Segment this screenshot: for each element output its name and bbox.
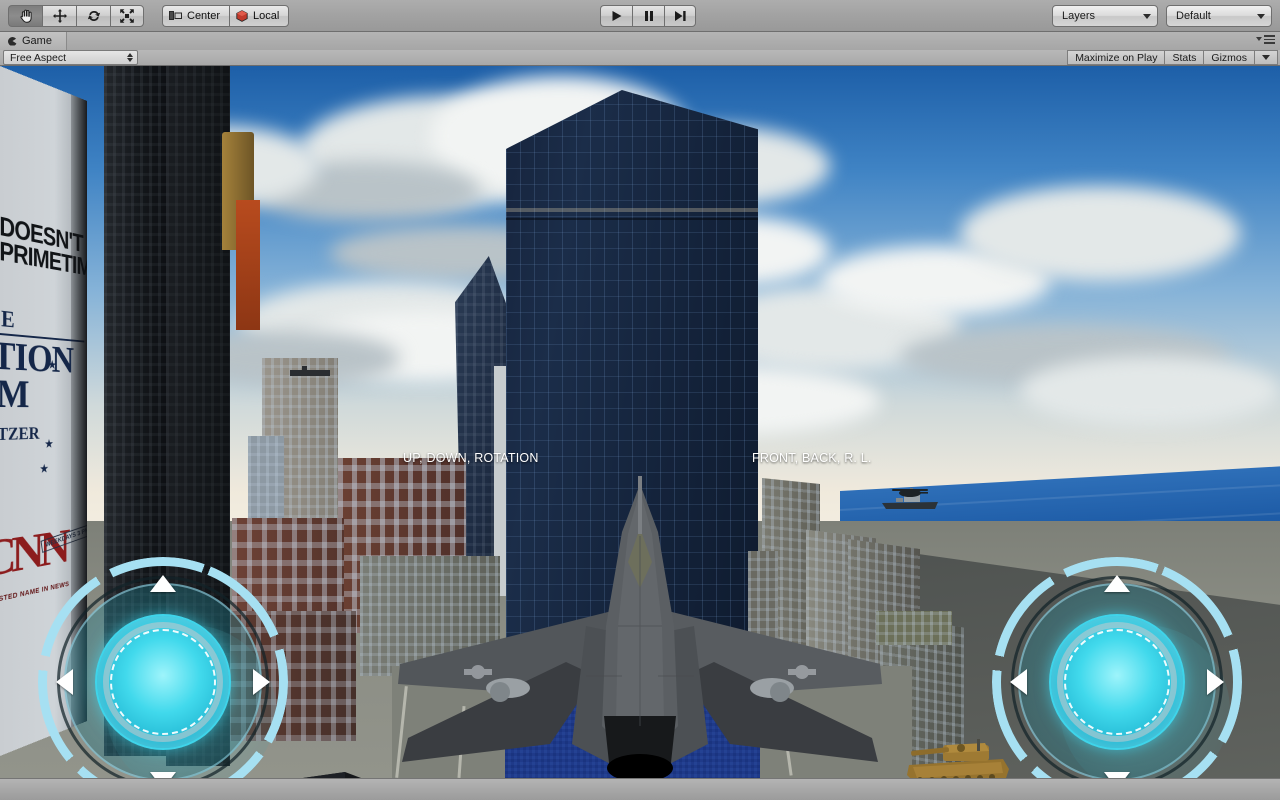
panel-tab-bar: Game xyxy=(0,32,1280,50)
game-view-icon xyxy=(8,36,17,46)
scale-icon xyxy=(120,8,134,23)
tab-game[interactable]: Game xyxy=(0,32,67,50)
game-view-toolbar-right: Maximize on Play Stats Gizmos xyxy=(1067,50,1278,66)
layers-dropdown[interactable]: Layers xyxy=(1052,5,1158,27)
transform-tools-group xyxy=(8,4,144,27)
pivot-controls-group: Center Local xyxy=(162,4,290,27)
stepper-arrows-icon xyxy=(127,53,133,62)
stats-label: Stats xyxy=(1172,51,1197,64)
play-button[interactable] xyxy=(600,4,632,27)
panel-menu-button[interactable] xyxy=(1256,35,1275,44)
joystick-right-arrow-icon[interactable] xyxy=(1207,669,1224,695)
star-icon: ★ xyxy=(39,460,49,476)
gizmos-label: Gizmos xyxy=(1211,51,1247,64)
toolbar-right-zone: Layers Default xyxy=(1052,5,1272,27)
helicopter xyxy=(892,489,928,497)
stats-toggle[interactable]: Stats xyxy=(1164,50,1204,65)
joystick-left-arrow-icon[interactable] xyxy=(1010,669,1027,695)
star-icon: ★ xyxy=(44,436,54,451)
gizmos-toggle[interactable]: Gizmos xyxy=(1203,50,1254,65)
left-virtual-joystick[interactable] xyxy=(38,557,288,778)
joystick-knob[interactable] xyxy=(95,614,231,750)
hamburger-menu-icon xyxy=(1264,35,1275,44)
layout-dropdown[interactable]: Default xyxy=(1166,5,1272,27)
scale-tool-button[interactable] xyxy=(110,4,144,27)
pivot-mode-label: Center xyxy=(187,9,221,22)
right-virtual-joystick[interactable] xyxy=(992,557,1242,778)
joystick-up-arrow-icon[interactable] xyxy=(150,575,176,592)
play-icon xyxy=(612,10,621,21)
game-view-toolbar: Free Aspect Maximize on Play Stats Gizmo… xyxy=(0,50,1280,66)
joystick-left-arrow-icon[interactable] xyxy=(56,669,73,695)
joystick-up-arrow-icon[interactable] xyxy=(1104,575,1130,592)
maximize-on-play-toggle[interactable]: Maximize on Play xyxy=(1067,50,1165,65)
pivot-mode-button[interactable]: Center xyxy=(162,4,230,27)
main-toolbar: Center Local Layers Default xyxy=(0,0,1280,32)
game-view-render[interactable]: DOESN'T PRIMETIME THE ATION OM with BLIT… xyxy=(0,66,1280,778)
hud-label-left: UP, DOWN, ROTATION xyxy=(403,451,539,465)
pivot-rotation-button[interactable]: Local xyxy=(229,4,290,27)
chevron-down-icon xyxy=(1257,13,1265,19)
pivot-rotation-label: Local xyxy=(253,9,280,22)
joystick-right-arrow-icon[interactable] xyxy=(253,669,270,695)
street-vending-box xyxy=(303,772,361,778)
aspect-ratio-label: Free Aspect xyxy=(10,51,67,64)
hand-tool-button[interactable] xyxy=(8,4,42,27)
gizmos-dropdown-button[interactable] xyxy=(1254,50,1278,65)
chevron-down-icon xyxy=(1262,55,1270,60)
chevron-down-icon xyxy=(1143,13,1151,19)
star-icon: ★ xyxy=(47,357,57,372)
rotate-icon xyxy=(87,10,100,21)
local-axis-icon xyxy=(236,9,248,22)
layers-dropdown-label: Layers xyxy=(1062,10,1096,22)
playmode-controls-group xyxy=(600,4,696,27)
move-tool-button[interactable] xyxy=(42,4,76,27)
tab-game-label: Game xyxy=(22,35,52,47)
pause-button[interactable] xyxy=(632,4,664,27)
vertical-sign xyxy=(236,200,260,330)
hud-label-right: FRONT, BACK, R. L. xyxy=(752,451,872,465)
step-icon xyxy=(675,10,686,21)
chevron-down-icon xyxy=(1256,37,1262,42)
fighter-jet xyxy=(398,476,882,778)
pause-icon xyxy=(644,10,653,21)
rotate-tool-button[interactable] xyxy=(76,4,110,27)
aspect-ratio-dropdown[interactable]: Free Aspect xyxy=(3,50,138,65)
move-icon xyxy=(52,8,67,23)
layout-dropdown-label: Default xyxy=(1176,10,1211,22)
joystick-knob[interactable] xyxy=(1049,614,1185,750)
status-bar[interactable] xyxy=(0,778,1280,800)
maximize-on-play-label: Maximize on Play xyxy=(1075,51,1158,64)
step-button[interactable] xyxy=(664,4,696,27)
hand-icon xyxy=(19,9,32,23)
rooftop-antenna xyxy=(290,366,330,376)
center-pivot-icon xyxy=(169,11,182,20)
